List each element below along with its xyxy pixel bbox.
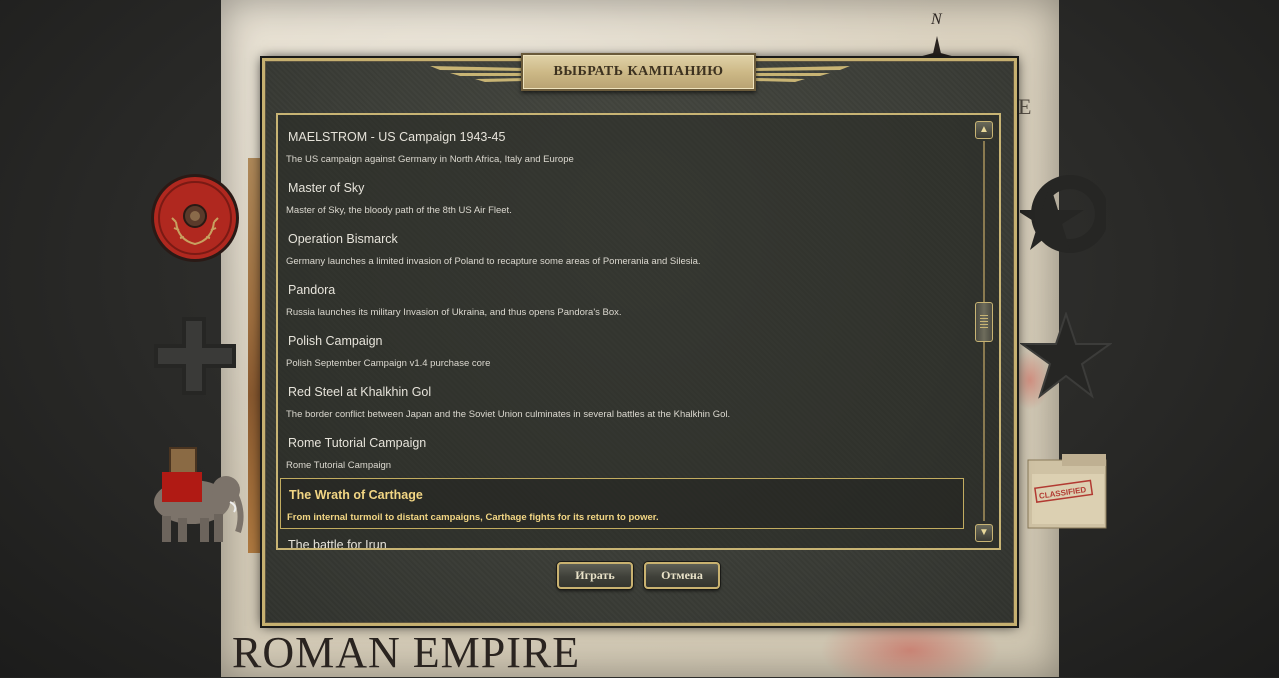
campaign-description: Russia launches its military Invasion of… [286, 307, 622, 318]
campaign-list-item[interactable]: Rome Tutorial Campaign Rome Tutorial Camp… [280, 427, 964, 478]
soviet-star-emblem-icon[interactable] [1020, 172, 1106, 260]
star-icon[interactable] [1020, 312, 1112, 400]
campaign-name: Red Steel at Khalkhin Gol [288, 385, 432, 399]
campaign-description: Polish September Campaign v1.4 purchase … [286, 358, 491, 369]
campaign-description: Master of Sky, the bloody path of the 8t… [286, 205, 512, 216]
arrow-up-icon: ▲ [979, 124, 989, 135]
campaign-list-item[interactable]: Operation Bismarck Germany launches a lim… [280, 223, 964, 274]
dialog-title-plate: ВЫБРАТЬ КАМПАНИЮ [521, 53, 756, 91]
campaign-list: MAELSTROM - US Campaign 1943-45 The US ca… [278, 115, 968, 548]
campaign-name: MAELSTROM - US Campaign 1943-45 [288, 130, 506, 144]
campaign-list-item[interactable]: MAELSTROM - US Campaign 1943-45 The US ca… [280, 121, 964, 172]
campaign-list-item[interactable]: The battle for Irun [280, 529, 964, 548]
classified-folder-icon[interactable]: CLASSIFIED [1026, 454, 1110, 530]
campaign-list-item[interactable]: Pandora Russia launches its military Inva… [280, 274, 964, 325]
campaign-list-item[interactable]: Polish Campaign Polish September Campaign… [280, 325, 964, 376]
compass-label: N [930, 11, 943, 28]
campaign-name: Pandora [288, 283, 336, 297]
map-label-letter: E [1018, 94, 1032, 119]
campaign-list-item[interactable]: The Wrath of Carthage From internal turmo… [280, 478, 964, 529]
campaign-description: The US campaign against Germany in North… [286, 154, 574, 165]
campaign-name: The battle for Irun [288, 538, 387, 548]
campaign-name: Operation Bismarck [288, 232, 398, 246]
dialog-title: ВЫБРАТЬ КАМПАНИЮ [553, 64, 724, 79]
campaign-list-scrollbar[interactable]: ▲ ▼ [975, 121, 993, 543]
play-button[interactable]: Играть [557, 562, 633, 589]
campaign-description: Germany launches a limited invasion of P… [286, 256, 701, 267]
scroll-down-button[interactable]: ▼ [975, 524, 993, 542]
campaign-name: Polish Campaign [288, 334, 383, 348]
map-title: ROMAN EMPIRE [232, 628, 581, 677]
campaign-name: Master of Sky [288, 181, 365, 195]
arrow-down-icon: ▼ [979, 527, 989, 538]
scroll-up-button[interactable]: ▲ [975, 121, 993, 139]
campaign-list-item[interactable]: Red Steel at Khalkhin Gol The border conf… [280, 376, 964, 427]
cancel-button[interactable]: Отмена [644, 562, 720, 589]
campaign-description: From internal turmoil to distant campaig… [287, 512, 659, 523]
iron-cross-icon[interactable] [154, 317, 236, 395]
campaign-description: The border conflict between Japan and th… [286, 409, 731, 420]
campaign-name: Rome Tutorial Campaign [288, 436, 427, 450]
war-elephant-icon[interactable] [138, 444, 248, 544]
scrollbar-thumb[interactable] [975, 302, 993, 342]
campaign-description: Rome Tutorial Campaign [286, 460, 392, 471]
campaign-list-item[interactable]: Master of Sky Master of Sky, the bloody p… [280, 172, 964, 223]
campaign-name: The Wrath of Carthage [289, 488, 423, 502]
roman-shield-icon[interactable] [148, 172, 242, 264]
campaign-list-frame: MAELSTROM - US Campaign 1943-45 The US ca… [276, 113, 1001, 550]
